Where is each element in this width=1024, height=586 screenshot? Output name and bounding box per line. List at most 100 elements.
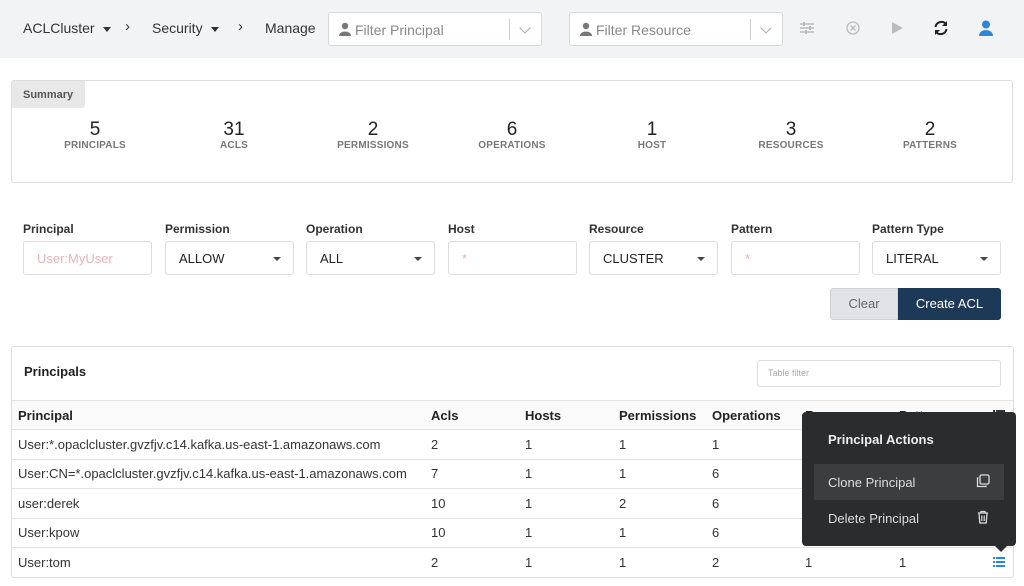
delete-principal-item[interactable]: Delete Principal bbox=[814, 500, 1004, 536]
trash-icon bbox=[978, 510, 988, 524]
stat-label: HOST bbox=[637, 140, 667, 151]
host-input[interactable]: * bbox=[448, 241, 577, 275]
filter-principal-placeholder: Filter Principal bbox=[355, 22, 444, 38]
caret-down-icon bbox=[414, 257, 422, 261]
cell-hosts: 1 bbox=[519, 547, 613, 577]
permission-value: ALLOW bbox=[179, 251, 225, 266]
cell-patterns: 1 bbox=[893, 547, 987, 577]
cell-permissions: 1 bbox=[613, 429, 706, 460]
list-icon[interactable] bbox=[993, 556, 1005, 567]
operation-select[interactable]: ALL bbox=[306, 241, 435, 275]
cell-acls: 10 bbox=[425, 488, 519, 519]
cell-hosts: 1 bbox=[519, 518, 613, 548]
cell-operations: 6 bbox=[706, 459, 799, 489]
divider bbox=[509, 19, 510, 40]
permission-select[interactable]: ALLOW bbox=[165, 241, 294, 275]
stat-label: PRINCIPALS bbox=[64, 140, 126, 151]
principal-input[interactable]: User:MyUser bbox=[23, 241, 152, 275]
popover-arrow bbox=[995, 546, 1007, 552]
pattern-input[interactable]: * bbox=[731, 241, 860, 275]
host-label: Host bbox=[448, 222, 475, 236]
col-principal[interactable]: Principal bbox=[12, 400, 425, 430]
principal-label: Principal bbox=[23, 222, 74, 236]
filter-principal-select[interactable]: Filter Principal bbox=[328, 12, 542, 46]
cell-acls: 2 bbox=[425, 547, 519, 577]
play-icon[interactable] bbox=[888, 19, 906, 37]
chevron-down-icon bbox=[760, 22, 772, 34]
pattern-label: Pattern bbox=[731, 222, 773, 236]
breadcrumb-cluster-label: ACLCluster bbox=[23, 20, 95, 36]
stat-principals: 5 PRINCIPALS bbox=[35, 120, 155, 152]
chevron-down-icon bbox=[519, 22, 531, 34]
resource-value: CLUSTER bbox=[603, 251, 664, 266]
table-row[interactable]: User:tom 2 1 1 2 1 1 bbox=[12, 547, 1013, 577]
caret-down-icon bbox=[980, 257, 988, 261]
cell-permissions: 1 bbox=[613, 518, 706, 548]
principals-title: Principals bbox=[24, 364, 87, 379]
cell-principal: User:CN=*.opaclcluster.gvzfjv.c14.kafka.… bbox=[12, 459, 425, 489]
user-account-icon[interactable] bbox=[977, 19, 995, 37]
clear-button[interactable]: Clear bbox=[830, 288, 898, 320]
filter-resource-placeholder: Filter Resource bbox=[596, 22, 691, 38]
stat-label: ACLS bbox=[219, 140, 249, 151]
resource-label: Resource bbox=[589, 222, 644, 236]
breadcrumb-cluster[interactable]: ACLCluster bbox=[23, 20, 111, 36]
cell-operations: 1 bbox=[706, 429, 799, 460]
cell-hosts: 1 bbox=[519, 459, 613, 489]
resource-select[interactable]: CLUSTER bbox=[589, 241, 718, 275]
delete-principal-label: Delete Principal bbox=[828, 511, 920, 526]
create-acl-button[interactable]: Create ACL bbox=[898, 288, 1001, 320]
refresh-icon[interactable] bbox=[932, 19, 950, 37]
chevron-right-icon: › bbox=[125, 18, 130, 35]
top-bar: ACLCluster › Security › Manage Filter Pr… bbox=[0, 0, 1024, 58]
stat-value: 2 bbox=[924, 119, 936, 140]
pattern-type-label: Pattern Type bbox=[872, 222, 944, 236]
stat-patterns: 2 PATTERNS bbox=[870, 119, 990, 152]
filter-resource-select[interactable]: Filter Resource bbox=[569, 12, 783, 46]
stat-label: PERMISSIONS bbox=[337, 140, 409, 151]
col-operations[interactable]: Operations bbox=[706, 400, 799, 430]
principal-actions-popover: Principal Actions Clone Principal Delete… bbox=[802, 412, 1016, 552]
cell-permissions: 2 bbox=[613, 488, 706, 519]
cell-permissions: 1 bbox=[613, 547, 706, 577]
host-placeholder: * bbox=[462, 251, 468, 266]
cell-hosts: 1 bbox=[519, 488, 613, 519]
breadcrumb-security-label: Security bbox=[152, 20, 203, 36]
stat-value: 6 bbox=[506, 119, 518, 140]
stat-label: OPERATIONS bbox=[478, 140, 546, 151]
clone-icon bbox=[976, 474, 990, 488]
cell-acls: 10 bbox=[425, 518, 519, 548]
cell-acls: 2 bbox=[425, 429, 519, 460]
stat-label: RESOURCES bbox=[758, 140, 824, 151]
stat-value: 2 bbox=[367, 119, 379, 140]
stat-permissions: 2 PERMISSIONS bbox=[313, 119, 433, 152]
breadcrumb-security[interactable]: Security bbox=[152, 20, 219, 36]
permission-label: Permission bbox=[165, 222, 230, 236]
clone-principal-item[interactable]: Clone Principal bbox=[814, 464, 1004, 500]
chevron-right-icon: › bbox=[238, 18, 243, 35]
summary-tab[interactable]: Summary bbox=[12, 81, 85, 108]
cell-principal: User:tom bbox=[12, 547, 425, 577]
pattern-placeholder: * bbox=[745, 251, 751, 266]
sliders-icon[interactable] bbox=[798, 19, 816, 37]
col-acls[interactable]: Acls bbox=[425, 400, 519, 430]
stat-value: 31 bbox=[223, 119, 245, 140]
table-filter-input[interactable]: Table filter bbox=[757, 360, 1001, 387]
operation-label: Operation bbox=[306, 222, 363, 236]
clone-principal-label: Clone Principal bbox=[828, 475, 916, 490]
clear-circle-icon[interactable] bbox=[844, 19, 862, 37]
cell-operations: 2 bbox=[706, 547, 799, 577]
cell-principal: User:kpow bbox=[12, 518, 425, 548]
caret-down-icon bbox=[102, 26, 111, 32]
col-hosts[interactable]: Hosts bbox=[519, 400, 613, 430]
caret-down-icon bbox=[273, 257, 281, 261]
stat-resources: 3 RESOURCES bbox=[731, 120, 851, 152]
stat-host: 1 HOST bbox=[592, 120, 712, 152]
col-permissions[interactable]: Permissions bbox=[613, 400, 706, 430]
cell-permissions: 1 bbox=[613, 459, 706, 489]
cell-principal: user:derek bbox=[12, 488, 425, 519]
stat-label: PATTERNS bbox=[902, 140, 957, 151]
cell-acls: 7 bbox=[425, 459, 519, 489]
cell-operations: 6 bbox=[706, 518, 799, 548]
pattern-type-select[interactable]: LITERAL bbox=[872, 241, 1001, 275]
